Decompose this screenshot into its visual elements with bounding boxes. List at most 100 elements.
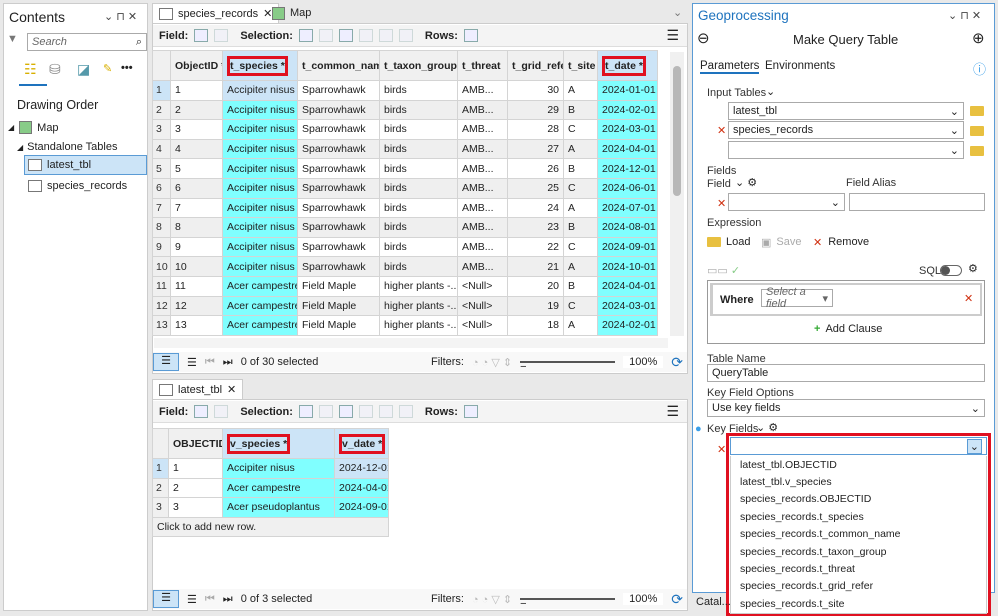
dropdown-option[interactable]: species_records.t_taxon_group: [731, 543, 986, 560]
tab-catalog[interactable]: Catal...: [696, 596, 731, 608]
pane-options-icon[interactable]: ⌄ ⊓ ✕: [948, 9, 981, 22]
table-cell[interactable]: 6: [152, 177, 171, 199]
table-cell[interactable]: 3: [170, 119, 223, 140]
table-cell[interactable]: birds: [379, 256, 458, 277]
table-cell[interactable]: birds: [379, 119, 458, 140]
table-cell[interactable]: 12: [170, 295, 223, 317]
table-cell[interactable]: 2024-02-01: [597, 99, 658, 121]
table-cell[interactable]: 9: [170, 236, 223, 258]
table-row[interactable]: 7 7 Accipiter nisus Sparrowhawk birds AMB... 2…: [152, 197, 658, 219]
table-cell[interactable]: 10: [170, 256, 223, 277]
table-cell[interactable]: 29: [507, 99, 564, 121]
table-row[interactable]: 13 13 Acer campestre Field Maple higher plan…: [152, 315, 658, 336]
dropdown-option[interactable]: latest_tbl.OBJECTID: [731, 456, 986, 473]
table-cell[interactable]: Accipiter nisus: [222, 80, 298, 101]
row-number-header[interactable]: [152, 50, 171, 81]
column-header[interactable]: t_taxon_group: [379, 50, 458, 81]
table-cell[interactable]: 20: [507, 275, 564, 297]
column-header[interactable]: t_site: [563, 50, 598, 81]
table-cell[interactable]: AMB...: [457, 177, 508, 199]
table-cell[interactable]: AMB...: [457, 138, 508, 160]
table-row[interactable]: 2 2 Accipiter nisus Sparrowhawk birds AMB... 2…: [152, 99, 658, 121]
list-by-editing-icon[interactable]: ✎: [103, 62, 112, 75]
table-row[interactable]: 4 4 Accipiter nisus Sparrowhawk birds AMB... 2…: [152, 138, 658, 160]
back-icon[interactable]: ⊖: [697, 29, 710, 47]
table-row[interactable]: 2 2 Acer campestre 2024-04-01: [152, 477, 389, 499]
input-table-2[interactable]: species_records ⌄: [728, 121, 964, 139]
expand-icon[interactable]: ⌄: [766, 85, 775, 98]
column-header[interactable]: OBJECTID *: [168, 428, 223, 459]
table-cell[interactable]: AMB...: [457, 236, 508, 258]
table-cell[interactable]: birds: [379, 217, 458, 238]
table-cell[interactable]: 2024-07-01: [597, 197, 658, 219]
table-cell[interactable]: 4: [170, 138, 223, 160]
load-button[interactable]: Load: [707, 236, 750, 248]
table-cell[interactable]: <Null>: [457, 275, 508, 297]
table-cell[interactable]: higher plants -...: [379, 295, 458, 317]
refresh-icon[interactable]: ⟳: [671, 591, 683, 608]
table-cell[interactable]: 1: [170, 80, 223, 101]
table-cell[interactable]: 5: [152, 158, 171, 179]
dropdown-option[interactable]: species_records.OBJECTID: [731, 491, 986, 508]
table-cell[interactable]: AMB...: [457, 80, 508, 101]
table-cell[interactable]: 2024-04-01: [334, 477, 389, 499]
sql-toggle[interactable]: [940, 265, 962, 276]
menu-icon[interactable]: ☰: [666, 403, 679, 420]
contents-search-input[interactable]: Search ⌕: [27, 33, 147, 51]
table-cell[interactable]: 26: [507, 158, 564, 179]
table-cell[interactable]: Sparrowhawk: [297, 138, 380, 160]
table-cell[interactable]: 1: [168, 458, 223, 479]
rows-menu-icon[interactable]: [463, 405, 478, 418]
table-cell[interactable]: 7: [152, 197, 171, 219]
table-row[interactable]: 5 5 Accipiter nisus Sparrowhawk birds AMB... 2…: [152, 158, 658, 179]
table-cell[interactable]: A: [563, 256, 598, 277]
tab-species-records[interactable]: species_records ✕: [152, 3, 280, 23]
table-name-input[interactable]: QueryTable: [707, 364, 985, 382]
switch-selection-icon[interactable]: [338, 29, 353, 42]
dropdown-option[interactable]: species_records.t_species: [731, 508, 986, 525]
table-cell[interactable]: 22: [507, 236, 564, 258]
table-cell[interactable]: Acer campestre: [222, 315, 298, 336]
clause-mode-icons[interactable]: ▭▭ ✓: [707, 264, 740, 277]
table-cell[interactable]: Accipiter nisus: [222, 458, 335, 479]
gear-icon[interactable]: ⚙: [968, 262, 978, 275]
filter-icons[interactable]: ◔ ◔ ▽ ⇕: [472, 356, 512, 369]
add-row-cell[interactable]: Click to add new row.: [152, 516, 389, 538]
table-row[interactable]: 11 11 Acer campestre Field Maple higher plan…: [152, 275, 658, 297]
table-cell[interactable]: C: [563, 295, 598, 317]
select-field-dropdown[interactable]: Select a field ▾: [761, 286, 833, 310]
table-cell[interactable]: Sparrowhawk: [297, 158, 380, 179]
filter-icons[interactable]: ◔ ◔ ▽ ⇕: [472, 593, 512, 606]
key-field-select[interactable]: ⌄: [730, 437, 987, 455]
scrollbar-thumb[interactable]: [673, 66, 681, 196]
table-row[interactable]: 3 3 Accipiter nisus Sparrowhawk birds AMB... 2…: [152, 119, 658, 140]
table-cell[interactable]: 1: [152, 80, 171, 101]
table-cell[interactable]: Field Maple: [297, 275, 380, 297]
table-cell[interactable]: 2024-12-01: [334, 458, 389, 479]
horizontal-scrollbar[interactable]: [154, 338, 668, 348]
tree-item-map[interactable]: ◢ Map: [8, 121, 59, 134]
zoom-slider[interactable]: −: [520, 598, 616, 610]
table-cell[interactable]: birds: [379, 158, 458, 179]
table-cell[interactable]: birds: [379, 177, 458, 199]
help-icon[interactable]: ⓘ: [973, 59, 986, 78]
dropdown-option[interactable]: species_records.t_grid_refer: [731, 578, 986, 595]
remove-icon[interactable]: ✕: [717, 197, 726, 210]
table-cell[interactable]: 3: [168, 497, 223, 518]
pane-options-icon[interactable]: ⌄ ⊓ ✕: [104, 10, 137, 23]
row-number-header[interactable]: [152, 428, 169, 459]
table-cell[interactable]: 24: [507, 197, 564, 219]
table-cell[interactable]: birds: [379, 80, 458, 101]
table-cell[interactable]: 2024-03-01: [597, 295, 658, 317]
table-cell[interactable]: birds: [379, 236, 458, 258]
remove-button[interactable]: ✕ Remove: [813, 236, 869, 249]
table-cell[interactable]: 13: [152, 315, 171, 336]
table-cell[interactable]: 4: [152, 138, 171, 160]
add-field-icon[interactable]: [194, 29, 209, 42]
close-icon[interactable]: ✕: [227, 383, 236, 396]
table-cell[interactable]: higher plants -...: [379, 315, 458, 336]
select-by-attributes-icon[interactable]: [298, 405, 313, 418]
folder-icon[interactable]: [970, 106, 984, 116]
remove-icon[interactable]: ✕: [717, 124, 726, 137]
zoom-level[interactable]: 100%: [623, 356, 664, 368]
